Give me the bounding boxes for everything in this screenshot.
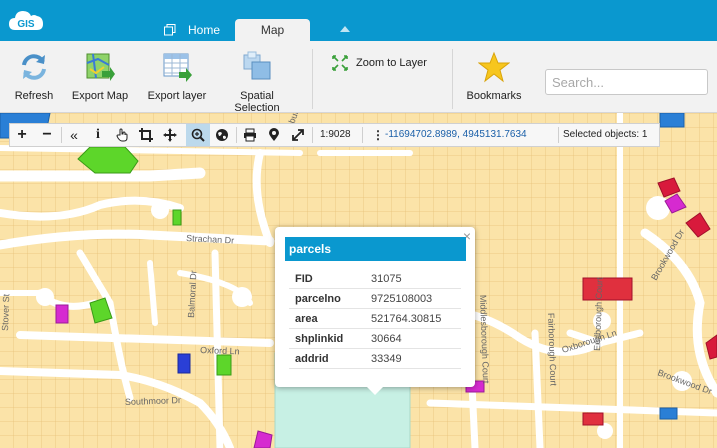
map-toolbar: + − « i 1:9028 ⋮ -11694702.8989, 4945131…: [9, 123, 660, 147]
crop-icon: [139, 128, 153, 142]
feature-info-popup: × parcels FID 31075 parcelno 9725108003 ar…: [275, 227, 475, 387]
attribute-key: addrid: [295, 353, 329, 365]
zoom-box-button[interactable]: [186, 124, 210, 146]
parcel-highlight-red: [582, 277, 633, 301]
globe-icon: [216, 129, 228, 141]
zoom-to-layer-icon: [332, 55, 348, 71]
locate-button[interactable]: [262, 124, 286, 146]
cursor-coordinates: -11694702.8989, 4945131.7634: [385, 129, 527, 140]
street-label: Southmoor Dr: [125, 395, 181, 407]
parcel-highlight-red: [582, 412, 604, 426]
attribute-value: 521764.30815: [371, 313, 442, 325]
export-layer-icon: [163, 53, 192, 82]
zoom-out-button[interactable]: −: [35, 124, 59, 146]
spatial-selection-button[interactable]: Spatial Selection: [222, 41, 292, 114]
attribute-value: 9725108003: [371, 293, 433, 305]
attribute-value: 30664: [371, 333, 402, 345]
attribute-table: FID 31075 parcelno 9725108003 area 521764.3…: [289, 269, 461, 369]
crop-button[interactable]: [134, 124, 158, 146]
export-layer-button[interactable]: Export layer: [142, 41, 212, 113]
attribute-row: area 521764.30815: [289, 309, 461, 329]
attribute-row: FID 31075: [289, 269, 461, 289]
expand-icon: [292, 129, 304, 141]
parcel-highlight-blue: [659, 113, 685, 128]
selected-objects-count: Selected objects: 1: [563, 129, 648, 140]
parcel-highlight-green: [172, 209, 182, 226]
parcel-highlight-blue: [659, 407, 678, 420]
ribbon-divider: [452, 49, 453, 109]
popup-pointer: [366, 386, 384, 395]
parcel-highlight-green: [216, 354, 232, 376]
attribute-value: 33349: [371, 353, 402, 365]
toolbar-divider: [362, 127, 363, 143]
spatial-selection-icon: [243, 51, 271, 80]
toolbar-divider: [236, 127, 237, 143]
map-pin-icon: [269, 128, 279, 141]
gis-cloud-logo[interactable]: GIS: [8, 6, 44, 36]
attribute-key: area: [295, 313, 318, 325]
search-input[interactable]: [545, 69, 708, 95]
attribute-row: parcelno 9725108003: [289, 289, 461, 309]
export-map-button[interactable]: Export Map: [68, 41, 132, 113]
info-button[interactable]: i: [86, 124, 110, 146]
pan-button[interactable]: [158, 124, 182, 146]
magnifier-icon: [191, 128, 205, 142]
select-hand-button[interactable]: [110, 124, 134, 146]
print-button[interactable]: [238, 124, 262, 146]
fullscreen-button[interactable]: [286, 124, 310, 146]
spatial-selection-label: Spatial Selection: [234, 90, 280, 114]
tab-map[interactable]: Map: [235, 19, 310, 41]
hand-pointer-icon: [116, 128, 128, 142]
map-scale: 1:9028: [320, 129, 351, 140]
refresh-icon: [22, 54, 46, 80]
bookmarks-button[interactable]: Bookmarks: [462, 41, 526, 113]
export-layer-label: Export layer: [147, 90, 207, 102]
ribbon-toolbar: Refresh Export Map Export layer Spatial …: [0, 41, 717, 114]
move-icon: [163, 128, 177, 142]
zoom-to-layer-label: Zoom to Layer: [356, 57, 427, 69]
star-icon: [478, 51, 510, 83]
logo-text: GIS: [17, 19, 35, 30]
ribbon-divider: [312, 49, 313, 109]
toolbar-divider: [558, 127, 559, 143]
street-label: Stover St: [0, 293, 11, 331]
bookmarks-label: Bookmarks: [466, 90, 522, 102]
zoom-in-button[interactable]: +: [10, 124, 34, 146]
top-header: GIS Home Map: [0, 0, 717, 41]
attribute-value: 31075: [371, 273, 402, 285]
parcel-highlight-magenta: [55, 304, 69, 324]
full-extent-button[interactable]: [210, 124, 234, 146]
tab-home[interactable]: Home: [160, 19, 232, 41]
attribute-row: shplinkid 30664: [289, 329, 461, 349]
attribute-key: FID: [295, 273, 313, 285]
printer-icon: [244, 128, 256, 142]
parcel-highlight-blue: [177, 353, 191, 374]
refresh-label: Refresh: [14, 90, 54, 102]
tab-home-label: Home: [188, 23, 221, 37]
attribute-key: parcelno: [295, 293, 341, 305]
export-map-label: Export Map: [71, 90, 129, 102]
attribute-row: addrid 33349: [289, 349, 461, 369]
home-tab-icon: [164, 24, 176, 36]
street-label: Oxford Ln: [200, 345, 240, 356]
collapse-ribbon-icon[interactable]: [340, 26, 350, 32]
export-map-icon: [86, 53, 115, 81]
toolbar-divider: [312, 127, 313, 143]
popup-title: parcels: [285, 237, 466, 261]
back-button[interactable]: «: [62, 124, 86, 146]
coordinates-menu-icon[interactable]: ⋮: [372, 124, 384, 146]
refresh-button[interactable]: Refresh: [6, 41, 62, 113]
attribute-key: shplinkid: [295, 333, 344, 345]
